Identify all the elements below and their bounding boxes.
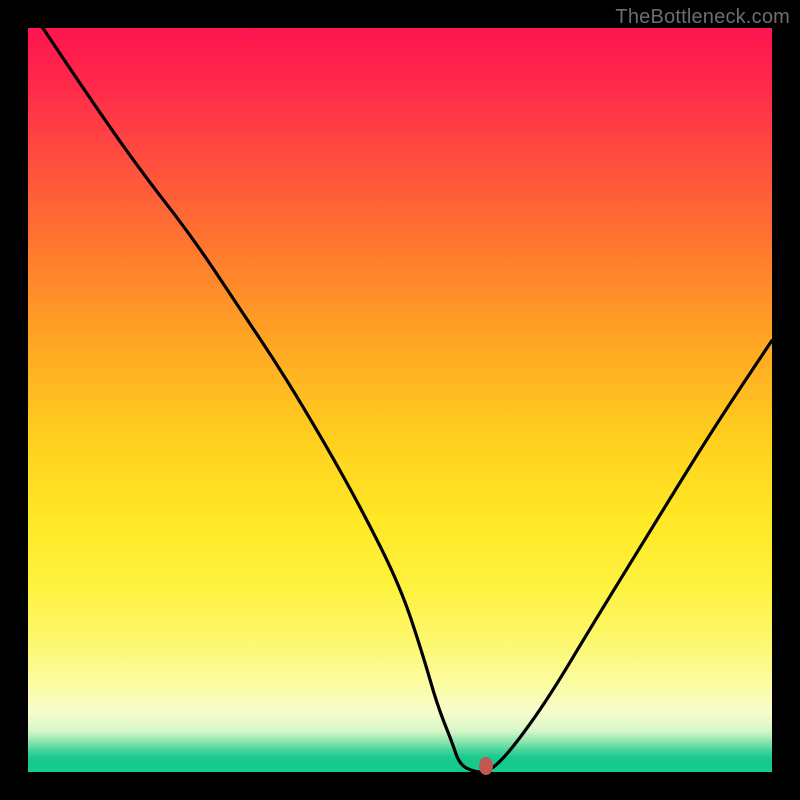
chart-frame: TheBottleneck.com: [0, 0, 800, 800]
bottleneck-curve: [28, 28, 772, 772]
plot-area: [28, 28, 772, 772]
watermark-text: TheBottleneck.com: [615, 6, 790, 29]
optimum-marker: [479, 757, 493, 775]
